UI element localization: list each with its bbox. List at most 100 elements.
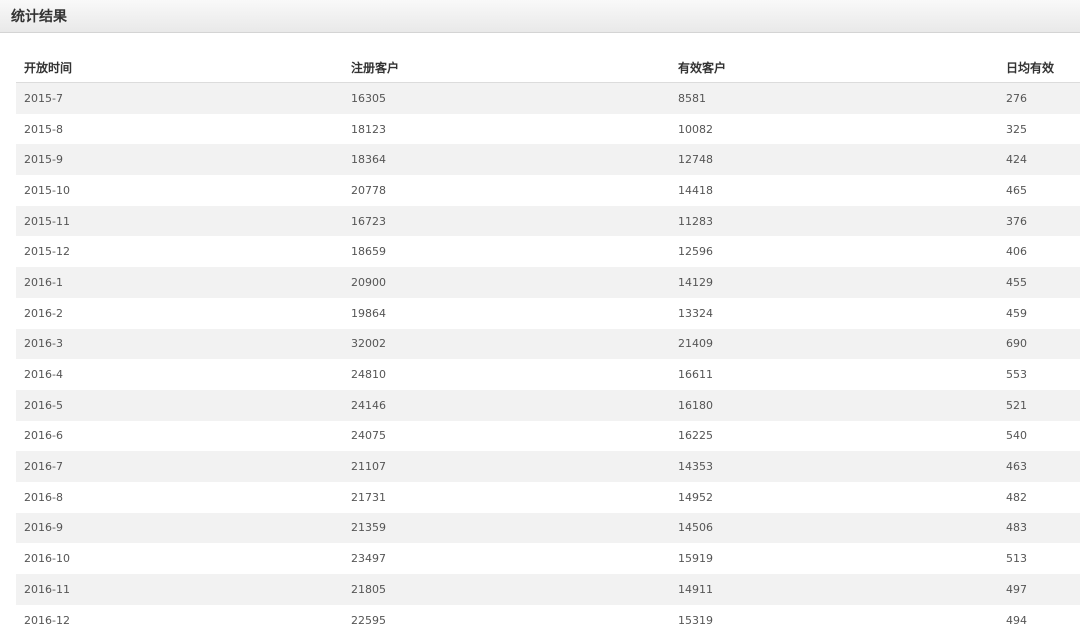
cell-valid-customers: 15919 <box>678 552 713 566</box>
cell-registered-customers: 24075 <box>351 429 386 443</box>
cell-valid-customers: 14353 <box>678 460 713 474</box>
cell-open-time: 2015-11 <box>24 214 70 228</box>
table-row: 2016-7 21107 14353 463 <box>16 451 1080 482</box>
cell-open-time: 2016-8 <box>24 490 63 504</box>
cell-valid-customers: 15319 <box>678 613 713 627</box>
cell-open-time: 2016-6 <box>24 429 63 443</box>
table-row: 2015-12 18659 12596 406 <box>16 236 1080 268</box>
cell-open-time: 2016-1 <box>24 275 63 289</box>
cell-daily-valid: 376 <box>1006 214 1027 228</box>
cell-valid-customers: 16180 <box>678 398 713 412</box>
cell-open-time: 2016-11 <box>24 582 70 596</box>
stats-panel: 统计结果 开放时间 注册客户 有效客户 日均有效 2015-7 16305 8581… <box>0 0 1080 639</box>
cell-registered-customers: 24146 <box>351 398 386 412</box>
cell-registered-customers: 16305 <box>351 91 386 105</box>
cell-daily-valid: 690 <box>1006 337 1027 351</box>
cell-open-time: 2016-5 <box>24 398 63 412</box>
cell-valid-customers: 14911 <box>678 582 713 596</box>
table-row: 2015-9 18364 12748 424 <box>16 144 1080 176</box>
cell-valid-customers: 14952 <box>678 490 713 504</box>
cell-valid-customers: 16225 <box>678 429 713 443</box>
cell-daily-valid: 540 <box>1006 429 1027 443</box>
cell-daily-valid: 463 <box>1006 460 1027 474</box>
cell-daily-valid: 465 <box>1006 183 1027 197</box>
panel-header: 统计结果 <box>0 0 1080 33</box>
table-body: 2015-7 16305 8581 276 2015-8 18123 10082 325 201… <box>16 82 1080 636</box>
cell-open-time: 2015-9 <box>24 153 63 167</box>
cell-registered-customers: 32002 <box>351 337 386 351</box>
cell-open-time: 2016-10 <box>24 552 70 566</box>
cell-registered-customers: 23497 <box>351 552 386 566</box>
table-row: 2016-5 24146 16180 521 <box>16 389 1080 421</box>
table-row: 2016-2 19864 13324 459 <box>16 297 1080 329</box>
cell-open-time: 2015-7 <box>24 91 63 105</box>
cell-registered-customers: 20900 <box>351 275 386 289</box>
cell-open-time: 2016-7 <box>24 460 63 474</box>
cell-registered-customers: 18659 <box>351 245 386 259</box>
cell-daily-valid: 325 <box>1006 122 1027 136</box>
cell-registered-customers: 19864 <box>351 306 386 320</box>
cell-daily-valid: 424 <box>1006 153 1027 167</box>
cell-daily-valid: 406 <box>1006 245 1027 259</box>
cell-daily-valid: 521 <box>1006 398 1027 412</box>
cell-registered-customers: 22595 <box>351 613 386 627</box>
cell-open-time: 2015-12 <box>24 245 70 259</box>
table-row: 2016-8 21731 14952 482 <box>16 481 1080 513</box>
cell-daily-valid: 494 <box>1006 613 1027 627</box>
cell-valid-customers: 16611 <box>678 368 713 382</box>
cell-registered-customers: 24810 <box>351 368 386 382</box>
cell-valid-customers: 14506 <box>678 521 713 535</box>
cell-daily-valid: 513 <box>1006 552 1027 566</box>
table-row: 2016-1 20900 14129 455 <box>16 267 1080 298</box>
cell-registered-customers: 21731 <box>351 490 386 504</box>
cell-daily-valid: 497 <box>1006 582 1027 596</box>
cell-open-time: 2016-4 <box>24 368 63 382</box>
table-row: 2015-10 20778 14418 465 <box>16 175 1080 206</box>
stats-table-container: 开放时间 注册客户 有效客户 日均有效 2015-7 16305 8581 276 20… <box>16 52 1080 636</box>
cell-open-time: 2016-9 <box>24 521 63 535</box>
column-header-registered-customers: 注册客户 <box>343 52 670 83</box>
stats-table: 开放时间 注册客户 有效客户 日均有效 2015-7 16305 8581 276 20… <box>16 52 1080 636</box>
column-header-open-time: 开放时间 <box>16 52 343 83</box>
table-row: 2015-7 16305 8581 276 <box>16 82 1080 114</box>
cell-registered-customers: 20778 <box>351 183 386 197</box>
cell-valid-customers: 21409 <box>678 337 713 351</box>
cell-open-time: 2015-8 <box>24 122 63 136</box>
cell-registered-customers: 21805 <box>351 582 386 596</box>
cell-valid-customers: 14418 <box>678 183 713 197</box>
table-header-row: 开放时间 注册客户 有效客户 日均有效 <box>16 52 1080 83</box>
cell-registered-customers: 21359 <box>351 521 386 535</box>
table-row: 2016-6 24075 16225 540 <box>16 420 1080 452</box>
cell-daily-valid: 482 <box>1006 490 1027 504</box>
table-row: 2015-8 18123 10082 325 <box>16 113 1080 145</box>
cell-registered-customers: 16723 <box>351 214 386 228</box>
cell-valid-customers: 14129 <box>678 275 713 289</box>
panel-title: 统计结果 <box>11 9 67 25</box>
cell-valid-customers: 12748 <box>678 153 713 167</box>
cell-daily-valid: 459 <box>1006 306 1027 320</box>
column-header-daily-valid: 日均有效 <box>998 52 1080 83</box>
cell-valid-customers: 11283 <box>678 214 713 228</box>
cell-valid-customers: 8581 <box>678 91 706 105</box>
cell-open-time: 2016-12 <box>24 613 70 627</box>
table-row: 2016-12 22595 15319 494 <box>16 604 1080 636</box>
cell-open-time: 2016-3 <box>24 337 63 351</box>
table-row: 2015-11 16723 11283 376 <box>16 205 1080 237</box>
table-row: 2016-10 23497 15919 513 <box>16 543 1080 574</box>
cell-daily-valid: 553 <box>1006 368 1027 382</box>
table-row: 2016-11 21805 14911 497 <box>16 574 1080 605</box>
cell-daily-valid: 455 <box>1006 275 1027 289</box>
cell-open-time: 2016-2 <box>24 306 63 320</box>
table-header: 开放时间 注册客户 有效客户 日均有效 <box>16 52 1080 83</box>
cell-registered-customers: 21107 <box>351 460 386 474</box>
cell-valid-customers: 10082 <box>678 122 713 136</box>
table-row: 2016-3 32002 21409 690 <box>16 328 1080 360</box>
cell-valid-customers: 12596 <box>678 245 713 259</box>
column-header-valid-customers: 有效客户 <box>670 52 998 83</box>
cell-registered-customers: 18123 <box>351 122 386 136</box>
cell-daily-valid: 276 <box>1006 91 1027 105</box>
table-row: 2016-4 24810 16611 553 <box>16 359 1080 390</box>
table-row: 2016-9 21359 14506 483 <box>16 512 1080 544</box>
cell-registered-customers: 18364 <box>351 153 386 167</box>
cell-valid-customers: 13324 <box>678 306 713 320</box>
